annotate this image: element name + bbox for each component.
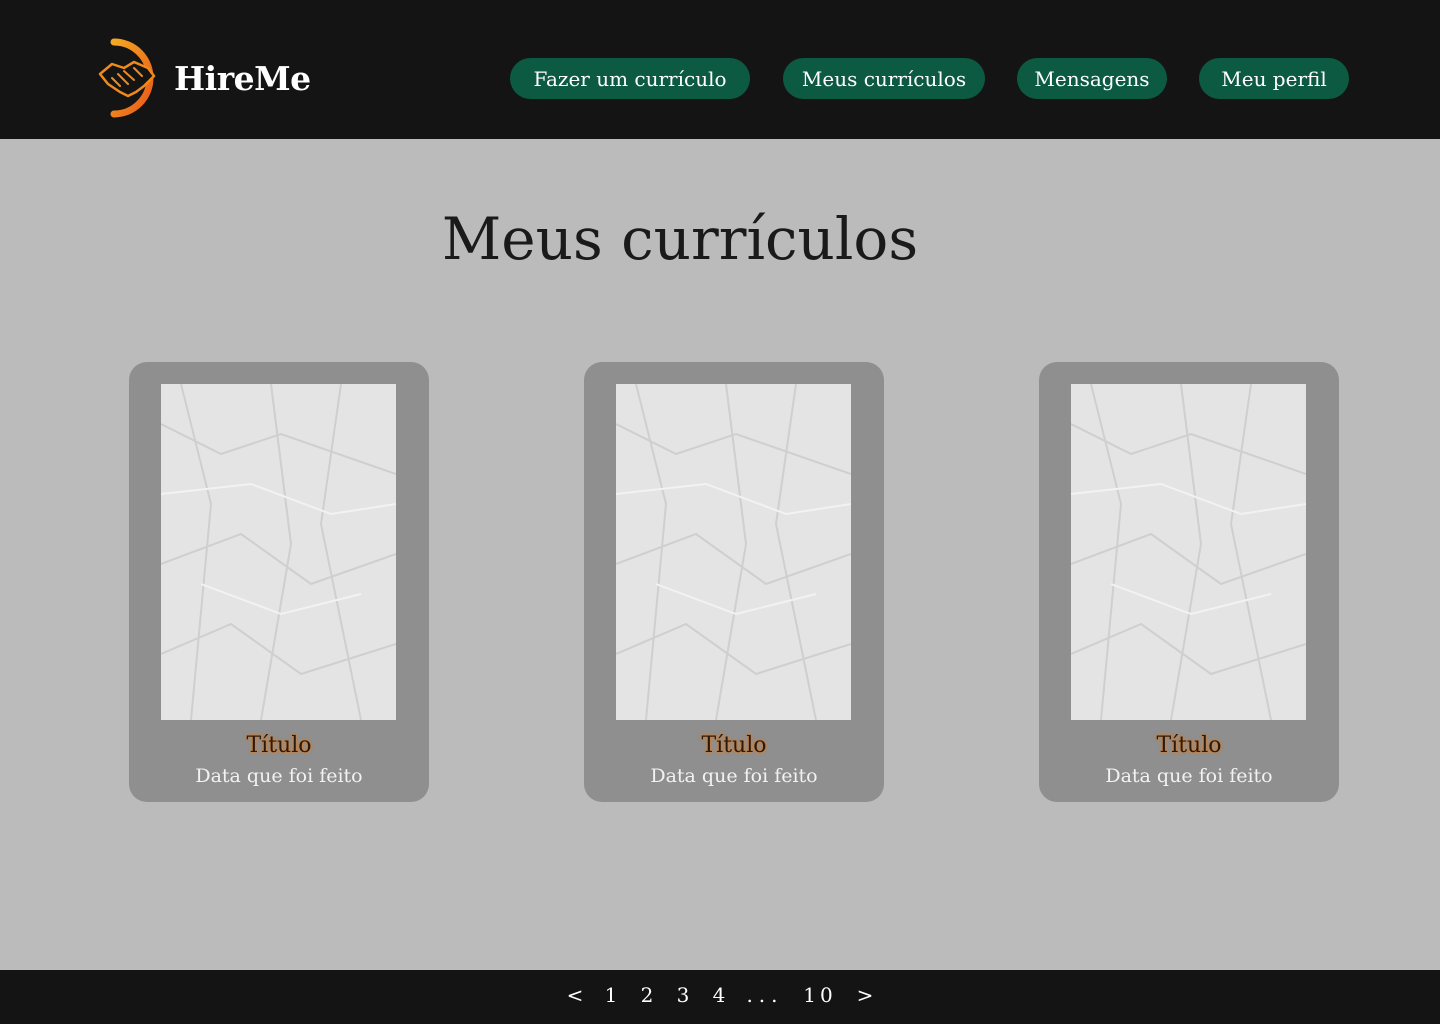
- page-title: Meus currículos: [441, 205, 919, 273]
- paper-texture: [161, 384, 396, 720]
- brand-logo[interactable]: HireMe: [96, 38, 311, 118]
- top-header: HireMe Fazer um currículo Meus currículo…: [0, 0, 1440, 139]
- nav-my-profile-button[interactable]: Meu perfil: [1199, 58, 1349, 99]
- pagination: < 1 2 3 4 ... 10 >: [0, 982, 1440, 1008]
- pagination-page-4[interactable]: 4: [701, 983, 737, 1007]
- nav-create-resume-button[interactable]: Fazer um currículo: [510, 58, 750, 99]
- nav-messages-button[interactable]: Mensagens: [1017, 58, 1167, 99]
- resume-card[interactable]: Título Data que foi feito: [1039, 362, 1339, 802]
- pagination-page-3[interactable]: 3: [665, 983, 701, 1007]
- resume-thumbnail: [161, 384, 396, 720]
- pagination-page-1[interactable]: 1: [593, 983, 629, 1007]
- nav-my-resumes-button[interactable]: Meus currículos: [783, 58, 985, 99]
- resume-date: Data que foi feito: [195, 765, 363, 787]
- resume-title: Título: [701, 733, 767, 758]
- resume-card[interactable]: Título Data que foi feito: [129, 362, 429, 802]
- resume-date: Data que foi feito: [650, 765, 818, 787]
- paper-texture: [1071, 384, 1306, 720]
- resume-card[interactable]: Título Data que foi feito: [584, 362, 884, 802]
- resume-thumbnail: [616, 384, 851, 720]
- pagination-page-last[interactable]: 10: [793, 983, 847, 1007]
- pagination-ellipsis: ...: [746, 983, 784, 1007]
- resume-date: Data que foi feito: [1105, 765, 1273, 787]
- brand-name: HireMe: [174, 58, 311, 98]
- paper-texture: [616, 384, 851, 720]
- resume-title: Título: [1156, 733, 1222, 758]
- handshake-icon: [98, 38, 156, 118]
- resume-thumbnail: [1071, 384, 1306, 720]
- pagination-next-button[interactable]: >: [847, 983, 883, 1007]
- pagination-prev-button[interactable]: <: [557, 983, 593, 1007]
- pagination-page-2[interactable]: 2: [629, 983, 665, 1007]
- resume-title: Título: [246, 733, 312, 758]
